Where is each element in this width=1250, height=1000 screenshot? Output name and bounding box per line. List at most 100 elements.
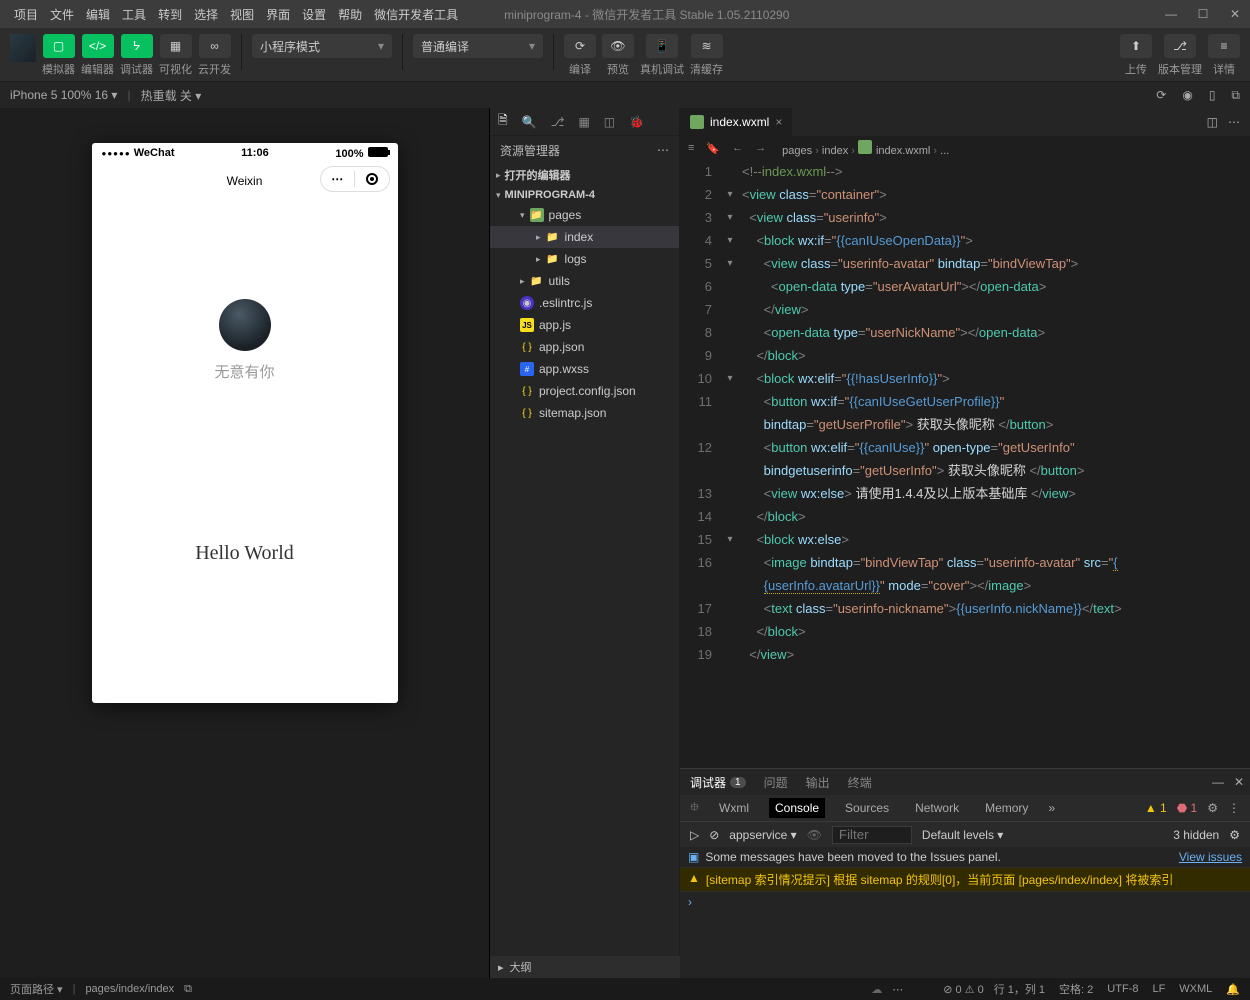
err-count[interactable]: ⬣ 1 [1177, 801, 1198, 815]
files-icon[interactable]: 🗎 [498, 111, 508, 132]
opened-editors[interactable]: ▸打开的编辑器 [490, 164, 679, 186]
crumb-3[interactable]: ... [940, 145, 949, 157]
compile-type-select[interactable]: 普通编译▾ [413, 34, 543, 58]
device-select[interactable]: iPhone 5 100% 16 ▾ [10, 88, 117, 102]
tree-app.json[interactable]: { }app.json [490, 336, 679, 358]
context-select[interactable]: appservice ▾ [729, 828, 796, 842]
more-icon[interactable]: ⋯ [657, 143, 669, 157]
devtab-wxml[interactable]: Wxml [713, 798, 755, 818]
menu-视图[interactable]: 视图 [224, 8, 260, 22]
devtab-memory[interactable]: Memory [979, 798, 1034, 818]
language[interactable]: WXML [1179, 983, 1212, 995]
eol[interactable]: LF [1152, 983, 1165, 995]
branch-icon[interactable]: ⎇ [551, 115, 565, 129]
toc-icon[interactable]: ≡ [688, 142, 694, 155]
tab-debugger[interactable]: 调试器1 [690, 774, 746, 791]
console-settings-icon[interactable]: ⚙ [1229, 828, 1240, 842]
user-avatar[interactable] [10, 34, 36, 62]
debugger-button[interactable]: ᔭ [121, 34, 153, 58]
menu-帮助[interactable]: 帮助 [332, 8, 368, 22]
tree-app.wxss[interactable]: #app.wxss [490, 358, 679, 380]
outline-section[interactable]: ▸大纲 [490, 956, 680, 978]
tab-problems[interactable]: 问题 [764, 774, 788, 791]
tree-project.config.json[interactable]: { }project.config.json [490, 380, 679, 402]
devtab-sources[interactable]: Sources [839, 798, 895, 818]
detail-button[interactable]: ≡ [1208, 34, 1240, 58]
panel-close-icon[interactable]: ✕ [1234, 775, 1244, 789]
menu-选择[interactable]: 选择 [188, 8, 224, 22]
capsule-menu[interactable]: ⋯ [321, 172, 355, 186]
tree-app.js[interactable]: JSapp.js [490, 314, 679, 336]
remote-debug-button[interactable]: 📱 [646, 34, 678, 58]
tree-logs[interactable]: ▸📁logs [490, 248, 679, 270]
menu-项目[interactable]: 项目 [8, 8, 44, 22]
encoding[interactable]: UTF-8 [1107, 983, 1138, 995]
clear-console-icon[interactable]: ⊘ [709, 828, 719, 842]
tree-utils[interactable]: ▸📁utils [490, 270, 679, 292]
user-avatar-large[interactable] [219, 299, 271, 351]
bell-icon[interactable]: 🔔 [1226, 983, 1240, 996]
tree-sitemap.json[interactable]: { }sitemap.json [490, 402, 679, 424]
record-icon[interactable]: ◉ [1182, 88, 1192, 102]
menu-文件[interactable]: 文件 [44, 8, 80, 22]
devtab-more-icon[interactable]: » [1048, 801, 1055, 815]
page-path-label[interactable]: 页面路径 ▾ [10, 981, 63, 997]
tab-terminal[interactable]: 终端 [848, 774, 872, 791]
levels-select[interactable]: Default levels ▾ [922, 828, 1003, 842]
crumb-2[interactable]: index.wxml [858, 145, 930, 157]
inspect-icon[interactable]: ⯐ [690, 798, 699, 819]
preview-button[interactable]: 👁 [602, 34, 634, 58]
search-icon[interactable]: 🔍 [522, 115, 537, 129]
tab-index-wxml[interactable]: index.wxml × [680, 108, 792, 136]
simulator-button[interactable]: ▢ [43, 34, 75, 58]
capsule[interactable]: ⋯ [320, 166, 390, 192]
back-icon[interactable]: ← [732, 142, 743, 155]
menu-转到[interactable]: 转到 [152, 8, 188, 22]
filter-input[interactable] [832, 826, 912, 844]
split-icon[interactable]: ⧉ [1231, 88, 1240, 103]
devtab-console[interactable]: Console [769, 798, 825, 818]
cursor-pos[interactable]: 行 1，列 1 [994, 981, 1045, 997]
warn-count[interactable]: ▲ 1 [1145, 801, 1167, 815]
tab-output[interactable]: 输出 [806, 774, 830, 791]
devtab-network[interactable]: Network [909, 798, 965, 818]
menu-界面[interactable]: 界面 [260, 8, 296, 22]
cloud-button[interactable]: ∞ [199, 34, 231, 58]
bookmark-icon[interactable]: 🔖 [706, 142, 720, 155]
ext-icon[interactable]: ▦ [578, 115, 589, 129]
clear-cache-button[interactable]: ≋ [691, 34, 723, 58]
view-issues-link[interactable]: View issues [1179, 850, 1242, 864]
diagnostics[interactable]: ⊘ 0 ⚠ 0 [943, 983, 983, 996]
device-icon[interactable]: ▯ [1209, 88, 1216, 102]
code-editor[interactable]: 12345678910111213141516171819 ▾▾▾▾▾▾ <!-… [680, 160, 1250, 768]
tree-.eslintrc.js[interactable]: ◉.eslintrc.js [490, 292, 679, 314]
cube-icon[interactable]: ◫ [604, 115, 615, 129]
forward-icon[interactable]: → [755, 142, 766, 155]
tree-index[interactable]: ▸📁index [490, 226, 679, 248]
menu-工具[interactable]: 工具 [116, 8, 152, 22]
visual-button[interactable]: ▦ [160, 34, 192, 58]
menu-微信开发者工具[interactable]: 微信开发者工具 [368, 8, 464, 22]
console-prompt[interactable]: › [680, 892, 1250, 912]
run-icon[interactable]: ▷ [690, 828, 699, 842]
more-status-icon[interactable]: ⋯ [892, 983, 903, 996]
crumb-0[interactable]: pages [782, 145, 812, 157]
maximize-icon[interactable]: ☐ [1196, 7, 1210, 21]
compile-button[interactable]: ⟳ [564, 34, 596, 58]
upload-button[interactable]: ⬆ [1120, 34, 1152, 58]
bug-icon[interactable]: 🐞 [629, 115, 644, 129]
split-editor-icon[interactable]: ◫ [1207, 115, 1218, 129]
close-tab-icon[interactable]: × [775, 115, 782, 129]
copy-path-icon[interactable]: ⧉ [184, 983, 192, 996]
close-icon[interactable]: ✕ [1228, 7, 1242, 21]
page-path[interactable]: pages/index/index [85, 983, 174, 995]
mode-select[interactable]: 小程序模式▾ [252, 34, 392, 58]
indent[interactable]: 空格: 2 [1059, 981, 1093, 997]
menu-编辑[interactable]: 编辑 [80, 8, 116, 22]
crumb-1[interactable]: index [822, 145, 848, 157]
menu-设置[interactable]: 设置 [296, 8, 332, 22]
minimize-icon[interactable]: — [1164, 7, 1178, 21]
tree-pages[interactable]: ▾📁pages [490, 204, 679, 226]
tab-more-icon[interactable]: ⋯ [1228, 115, 1240, 129]
editor-button[interactable]: </> [82, 34, 114, 58]
